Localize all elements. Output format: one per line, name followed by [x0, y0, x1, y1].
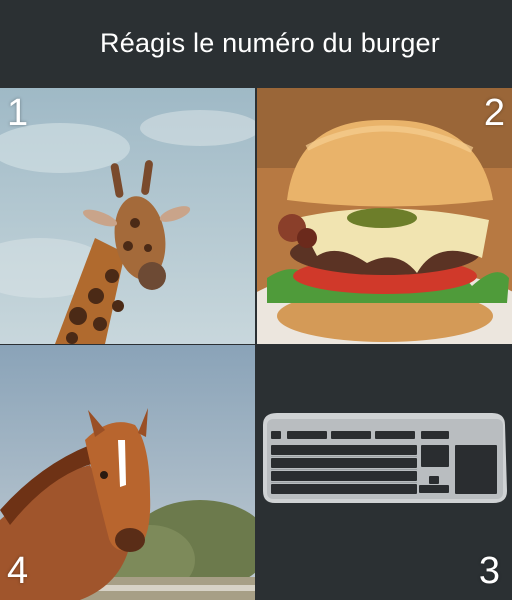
- option-tile-burger[interactable]: 2: [257, 88, 512, 344]
- page-title: Réagis le numéro du burger: [100, 28, 440, 58]
- option-tile-keyboard[interactable]: 3: [257, 345, 512, 600]
- keyboard-image: [257, 345, 512, 600]
- tile-number: 3: [478, 550, 500, 592]
- burger-image: [257, 88, 512, 344]
- tile-number: 4: [7, 550, 29, 592]
- header-bar: Réagis le numéro du burger: [0, 0, 512, 88]
- horse-image: [0, 345, 255, 600]
- option-tile-giraffe[interactable]: 1: [0, 88, 255, 344]
- giraffe-image: [0, 88, 255, 344]
- option-tile-horse[interactable]: 4: [0, 345, 255, 600]
- tile-number: 1: [7, 92, 29, 134]
- tile-number: 2: [483, 92, 505, 134]
